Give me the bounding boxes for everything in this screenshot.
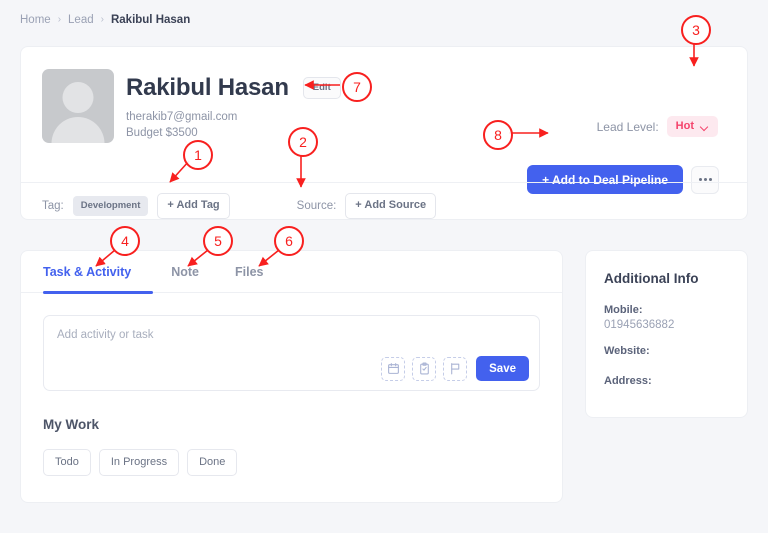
clipboard-check-icon[interactable] bbox=[412, 357, 436, 381]
info-field-website: Website: bbox=[604, 345, 729, 361]
info-field-mobile: Mobile: 01945636882 bbox=[604, 304, 729, 331]
chevron-down-icon bbox=[701, 124, 709, 129]
additional-info-title: Additional Info bbox=[604, 271, 729, 286]
avatar bbox=[42, 69, 114, 143]
info-value-address bbox=[604, 390, 729, 391]
breadcrumb-separator-icon: › bbox=[58, 15, 61, 25]
activity-input-box[interactable]: Add activity or task bbox=[43, 315, 540, 391]
lead-level-group: Lead Level: Hot bbox=[597, 116, 718, 137]
add-source-button[interactable]: + Add Source bbox=[345, 193, 436, 219]
source-group: Source: + Add Source bbox=[297, 193, 436, 219]
status-filter-todo[interactable]: Todo bbox=[43, 449, 91, 476]
tag-chip-development[interactable]: Development bbox=[73, 196, 149, 216]
calendar-icon[interactable] bbox=[381, 357, 405, 381]
info-label-address: Address: bbox=[604, 375, 729, 387]
lead-name-row: Rakibul Hasan Edit bbox=[126, 74, 341, 102]
ellipsis-icon bbox=[709, 178, 712, 181]
source-label: Source: bbox=[297, 200, 337, 212]
divider bbox=[21, 182, 747, 183]
status-filter-in-progress[interactable]: In Progress bbox=[99, 449, 179, 476]
breadcrumb-item-current: Rakibul Hasan bbox=[111, 14, 190, 26]
activity-action-row: Save bbox=[381, 356, 529, 381]
tab-bar: Task & Activity Note Files bbox=[21, 251, 562, 293]
breadcrumb-item-lead[interactable]: Lead bbox=[68, 14, 94, 26]
my-work-title: My Work bbox=[43, 417, 99, 432]
add-to-deal-pipeline-button[interactable]: + Add to Deal Pipeline bbox=[527, 165, 683, 194]
header-action-row: + Add to Deal Pipeline bbox=[527, 165, 719, 194]
info-field-address: Address: bbox=[604, 375, 729, 391]
lead-email: therakib7@gmail.com bbox=[126, 111, 237, 123]
more-options-button[interactable] bbox=[691, 166, 719, 194]
info-label-website: Website: bbox=[604, 345, 729, 357]
lead-detail-page: Home › Lead › Rakibul Hasan Rakibul Hasa… bbox=[0, 0, 768, 533]
info-value-mobile: 01945636882 bbox=[604, 319, 729, 331]
status-filter-done[interactable]: Done bbox=[187, 449, 237, 476]
page-title: Rakibul Hasan bbox=[126, 74, 289, 102]
breadcrumb-item-home[interactable]: Home bbox=[20, 14, 51, 26]
tab-task-activity[interactable]: Task & Activity bbox=[43, 251, 153, 293]
info-label-mobile: Mobile: bbox=[604, 304, 729, 316]
additional-info-card: Additional Info Mobile: 01945636882 Webs… bbox=[585, 250, 748, 418]
activity-card: Task & Activity Note Files Add activity … bbox=[20, 250, 563, 503]
ellipsis-icon bbox=[699, 178, 702, 181]
lead-header-card: Rakibul Hasan Edit therakib7@gmail.com B… bbox=[20, 46, 748, 220]
my-work-status-row: Todo In Progress Done bbox=[43, 449, 237, 476]
ellipsis-icon bbox=[704, 178, 707, 181]
activity-input-placeholder: Add activity or task bbox=[57, 329, 154, 341]
avatar-head-shape bbox=[63, 82, 94, 113]
annotation-marker-3: 3 bbox=[681, 15, 711, 45]
tag-label: Tag: bbox=[42, 200, 64, 212]
info-value-website bbox=[604, 360, 729, 361]
edit-button[interactable]: Edit bbox=[303, 77, 341, 99]
tab-note[interactable]: Note bbox=[153, 251, 217, 293]
flag-icon[interactable] bbox=[443, 357, 467, 381]
lead-level-label: Lead Level: bbox=[597, 120, 659, 134]
save-button[interactable]: Save bbox=[476, 356, 529, 381]
breadcrumb-separator-icon: › bbox=[101, 15, 104, 25]
breadcrumb: Home › Lead › Rakibul Hasan bbox=[20, 14, 190, 26]
avatar-body-shape bbox=[52, 117, 105, 143]
add-tag-button[interactable]: + Add Tag bbox=[157, 193, 229, 219]
lead-budget: Budget $3500 bbox=[126, 127, 198, 139]
lead-level-dropdown[interactable]: Hot bbox=[667, 116, 718, 137]
status-badge: Hot bbox=[676, 121, 694, 132]
tag-source-row: Tag: Development + Add Tag Source: + Add… bbox=[42, 193, 436, 219]
tab-files[interactable]: Files bbox=[217, 251, 282, 293]
